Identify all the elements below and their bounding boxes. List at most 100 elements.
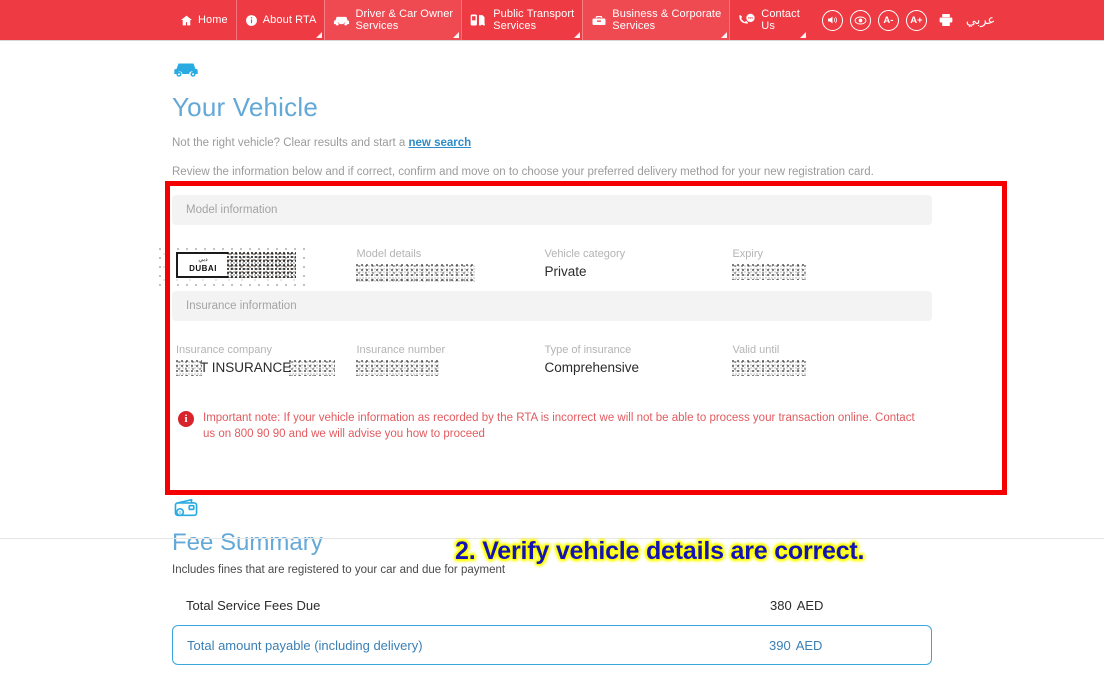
model-information-band: Model information: [172, 195, 932, 225]
fee-summary-section: S Fee Summary Includes fines that are re…: [172, 497, 932, 666]
field-vehicle-category: Vehicle category Private: [544, 247, 732, 283]
vehicle-header-car-icon: [172, 59, 932, 84]
redaction-noise: [356, 360, 441, 377]
vehicle-details-card: Model information دبي DUBAI Model detail…: [158, 195, 932, 464]
fee-amount-value: 380: [770, 598, 792, 614]
field-license-plate: دبي DUBAI: [158, 246, 356, 286]
page-title: Your Vehicle: [172, 92, 318, 122]
nav-caret-icon: [721, 32, 728, 38]
nav-item-driver-car-owner-services-label: Driver & Car Owner Services: [355, 8, 454, 32]
nav-item-home[interactable]: Home: [172, 0, 236, 40]
new-search-link[interactable]: new search: [409, 137, 472, 149]
nav-item-public-transport-services-label: Public Transport Services: [493, 8, 575, 32]
fee-row-total-service-fees: Total Service Fees Due 380 AED: [172, 598, 932, 613]
insurance-information-band: Insurance information: [172, 291, 932, 321]
redaction-noise: [289, 360, 336, 377]
top-navigation-bar: Home About RTA Driver & Car Owner Servic…: [0, 0, 1104, 41]
field-insurance-number-value: [356, 360, 544, 377]
field-model-details-label: Model details: [356, 248, 422, 260]
redaction-noise: [732, 360, 807, 377]
home-icon: [180, 14, 193, 27]
important-note-text: Important note: If your vehicle informat…: [203, 412, 915, 441]
contrast-icon[interactable]: [849, 9, 871, 31]
svg-text:S: S: [179, 510, 182, 515]
field-valid-until-label: Valid until: [732, 344, 780, 356]
briefcase-icon: [591, 14, 607, 27]
language-toggle-arabic[interactable]: عربي: [966, 12, 995, 28]
field-insurance-number-label: Insurance number: [356, 344, 446, 356]
fee-row-amount: 380 AED: [748, 598, 918, 613]
field-expiry-value: [732, 264, 920, 281]
field-insurance-company-label: Insurance company: [176, 344, 272, 356]
sound-icon[interactable]: [821, 9, 843, 31]
fee-summary-subtitle: Includes fines that are registered to yo…: [172, 564, 506, 577]
license-plate-emirate: دبي DUBAI: [176, 252, 228, 278]
fee-amount-currency: AED: [795, 637, 823, 653]
field-vehicle-category-value: Private: [544, 264, 587, 279]
redaction-noise: [732, 264, 807, 281]
insurance-information-fields: Insurance company T INSURANCE Insurance …: [172, 321, 932, 384]
field-expiry-label: Expiry: [732, 248, 764, 260]
font-increase-label: A+: [910, 14, 923, 26]
review-instruction-text: Review the information below and if corr…: [172, 166, 874, 178]
nav-caret-icon: [574, 32, 581, 38]
fee-row-label: Total Service Fees Due: [186, 598, 321, 614]
redaction-noise: [356, 264, 477, 283]
field-type-of-insurance: Type of insurance Comprehensive: [544, 343, 732, 376]
nav-item-contact-us-label: Contact Us: [761, 8, 800, 32]
field-license-plate-value: دبي DUBAI: [158, 246, 356, 286]
field-insurance-number: Insurance number: [356, 343, 544, 377]
font-decrease-button[interactable]: A-: [877, 9, 899, 31]
page-body: Your Vehicle Not the right vehicle? Clea…: [0, 41, 1104, 666]
field-type-of-insurance-value: Comprehensive: [544, 360, 640, 375]
annotation-callout-text: 2. Verify vehicle details are correct.: [455, 537, 865, 565]
redaction-noise: [227, 252, 296, 278]
wallet-icon: S: [172, 497, 932, 524]
field-expiry: Expiry: [732, 247, 920, 283]
fee-row-amount: 390 AED: [747, 638, 917, 653]
model-information-fields: دبي DUBAI Model details Vehicle category…: [158, 225, 932, 291]
license-plate-image: دبي DUBAI: [158, 246, 306, 286]
license-plate-english: DUBAI: [189, 264, 217, 273]
info-icon: [245, 14, 258, 27]
accessibility-toolbar: A- A+ عربي: [821, 0, 995, 40]
font-increase-button[interactable]: A+: [905, 9, 927, 31]
nav-item-public-transport-services[interactable]: Public Transport Services: [461, 0, 582, 40]
field-valid-until: Valid until: [732, 343, 920, 377]
nav-caret-icon: [316, 32, 323, 38]
nav-item-driver-car-owner-services[interactable]: Driver & Car Owner Services: [324, 0, 462, 40]
font-decrease-label: A-: [883, 14, 894, 26]
fee-amount-value: 390: [769, 637, 791, 653]
nav-caret-icon: [453, 32, 460, 38]
info-circle-icon: i: [178, 411, 194, 428]
field-valid-until-value: [732, 360, 920, 377]
field-vehicle-category-label: Vehicle category: [544, 248, 626, 260]
car-icon: [333, 14, 350, 27]
not-right-vehicle-text: Not the right vehicle? Clear results and…: [172, 137, 932, 149]
transport-icon: [470, 13, 488, 27]
nav-item-home-label: Home: [198, 14, 228, 26]
field-model-details: Model details: [356, 247, 544, 283]
nav-caret-icon: [799, 32, 806, 38]
fee-row-total-payable: Total amount payable (including delivery…: [172, 625, 932, 666]
license-plate-number-redacted: [227, 252, 296, 278]
fee-row-label: Total amount payable (including delivery…: [187, 637, 423, 653]
redaction-noise: [176, 360, 202, 377]
fee-amount-currency: AED: [796, 598, 824, 614]
license-plate-arabic: دبي: [198, 257, 208, 263]
field-insurance-company-visible-text: T INSURANCE: [200, 360, 292, 375]
nav-item-contact-us[interactable]: Contact Us: [729, 0, 808, 40]
important-note: i Important note: If your vehicle inform…: [178, 410, 932, 464]
field-model-details-value: [356, 264, 544, 283]
field-type-of-insurance-label: Type of insurance: [544, 344, 632, 356]
field-insurance-company: Insurance company T INSURANCE: [176, 343, 356, 377]
nav-item-about-rta[interactable]: About RTA: [235, 0, 325, 40]
not-right-vehicle-prefix: Not the right vehicle? Clear results and…: [172, 137, 409, 149]
field-insurance-company-value: T INSURANCE: [176, 360, 356, 377]
print-icon[interactable]: [938, 13, 954, 27]
phone-chat-icon: [738, 13, 756, 27]
nav-item-about-rta-label: About RTA: [262, 14, 317, 26]
nav-item-business-corporate-services[interactable]: Business & Corporate Services: [582, 0, 730, 40]
main-content: Your Vehicle Not the right vehicle? Clea…: [158, 59, 932, 666]
nav-item-business-corporate-services-label: Business & Corporate Services: [612, 8, 722, 32]
